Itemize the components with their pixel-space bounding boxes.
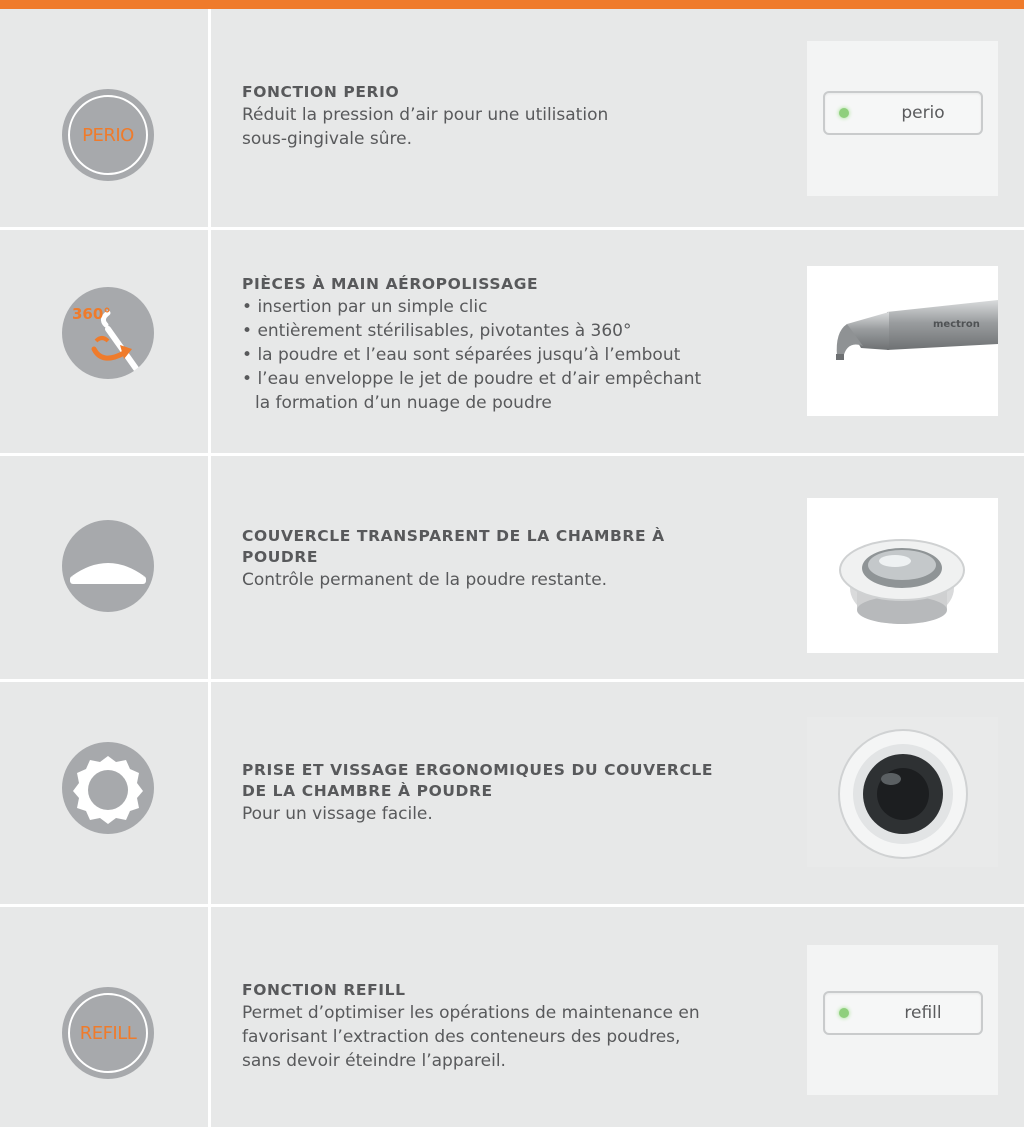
transparent-cover-photo [807, 498, 998, 653]
bullet-item: la poudre et l’eau sont séparées jusqu’à… [242, 343, 782, 367]
feature-row-refill: REFILL FONCTION REFILL Permet d’optimise… [0, 907, 1024, 1127]
feature-title: PRISE ET VISSAGE ERGONOMIQUES DU COUVERC… [242, 760, 782, 802]
feature-description: Réduit la pression d’air pour une utilis… [242, 103, 782, 151]
perio-icon-text: PERIO [82, 124, 134, 146]
rotation-label: 360° [72, 305, 111, 323]
rotation-360-icon: 360° [62, 287, 154, 379]
dome-cover-icon [62, 520, 154, 612]
feature-title: FONCTION PERIO [242, 83, 400, 101]
description-line: sans devoir éteindre l’appareil. [242, 1051, 506, 1071]
feature-title: FONCTION REFILL [242, 981, 406, 999]
feature-bullet-list: insertion par un simple clic entièrement… [242, 295, 782, 415]
panel-label: refill [904, 1003, 942, 1023]
bullet-item: l’eau enveloppe le jet de poudre et d’ai… [242, 367, 712, 415]
title-line: POUDRE [242, 548, 319, 566]
bullet-item: insertion par un simple clic [242, 295, 782, 319]
ergonomic-cover-photo [807, 717, 998, 867]
status-led-icon [839, 1008, 849, 1018]
refill-icon-text: REFILL [79, 1022, 137, 1044]
refill-control-panel: refill [823, 991, 983, 1035]
handpiece-illustration: mectron [836, 300, 998, 360]
top-accent-bar [0, 0, 1024, 9]
bullet-item: entièrement stérilisables, pivotantes à … [242, 319, 782, 343]
description-line: sous-gingivale sûre. [242, 129, 412, 149]
brand-label: mectron [933, 319, 980, 330]
feature-description: Permet d’optimiser les opérations de mai… [242, 1001, 782, 1073]
status-led-icon [839, 108, 849, 118]
transparent-cover-illustration [839, 539, 965, 624]
feature-text: PRISE ET VISSAGE ERGONOMIQUES DU COUVERC… [242, 760, 782, 826]
description-line: Permet d’optimiser les opérations de mai… [242, 1003, 700, 1023]
feature-title: COUVERCLE TRANSPARENT DE LA CHAMBRE À PO… [242, 526, 782, 568]
gear-ring-icon [62, 742, 154, 834]
feature-row-handpieces: 360° PIÈCES À MAIN AÉROPOLISSAGE inserti… [0, 230, 1024, 453]
panel-label: perio [901, 103, 945, 123]
feature-text: FONCTION REFILL Permet d’optimiser les o… [242, 980, 782, 1073]
feature-description: Pour un vissage facile. [242, 804, 433, 824]
description-line: Réduit la pression d’air pour une utilis… [242, 105, 609, 125]
handpiece-photo: mectron [807, 266, 998, 416]
title-line: DE LA CHAMBRE À POUDRE [242, 782, 493, 800]
feature-row-ergonomic-cover: PRISE ET VISSAGE ERGONOMIQUES DU COUVERC… [0, 682, 1024, 904]
description-line: favorisant l’extraction des conteneurs d… [242, 1027, 681, 1047]
refill-badge-icon: REFILL [62, 987, 154, 1079]
feature-text: PIÈCES À MAIN AÉROPOLISSAGE insertion pa… [242, 274, 782, 415]
refill-panel-photo: refill [807, 945, 998, 1095]
feature-row-transparent-cover: COUVERCLE TRANSPARENT DE LA CHAMBRE À PO… [0, 456, 1024, 679]
feature-text: COUVERCLE TRANSPARENT DE LA CHAMBRE À PO… [242, 526, 782, 592]
dome-shape [70, 563, 146, 584]
feature-row-perio: PERIO FONCTION PERIO Réduit la pression … [0, 9, 1024, 227]
gear-ring-shape [73, 756, 143, 824]
ergonomic-cover-illustration [838, 729, 968, 859]
perio-badge-icon: PERIO [62, 89, 154, 181]
feature-title: PIÈCES À MAIN AÉROPOLISSAGE [242, 275, 539, 293]
feature-description: Contrôle permanent de la poudre restante… [242, 570, 608, 590]
feature-text: FONCTION PERIO Réduit la pression d’air … [242, 82, 782, 151]
title-line: COUVERCLE TRANSPARENT DE LA CHAMBRE À [242, 527, 665, 545]
perio-control-panel: perio [823, 91, 983, 135]
title-line: PRISE ET VISSAGE ERGONOMIQUES DU COUVERC… [242, 761, 714, 779]
handpiece-rotation-icon: 360° [72, 305, 145, 379]
perio-panel-photo: perio [807, 41, 998, 196]
